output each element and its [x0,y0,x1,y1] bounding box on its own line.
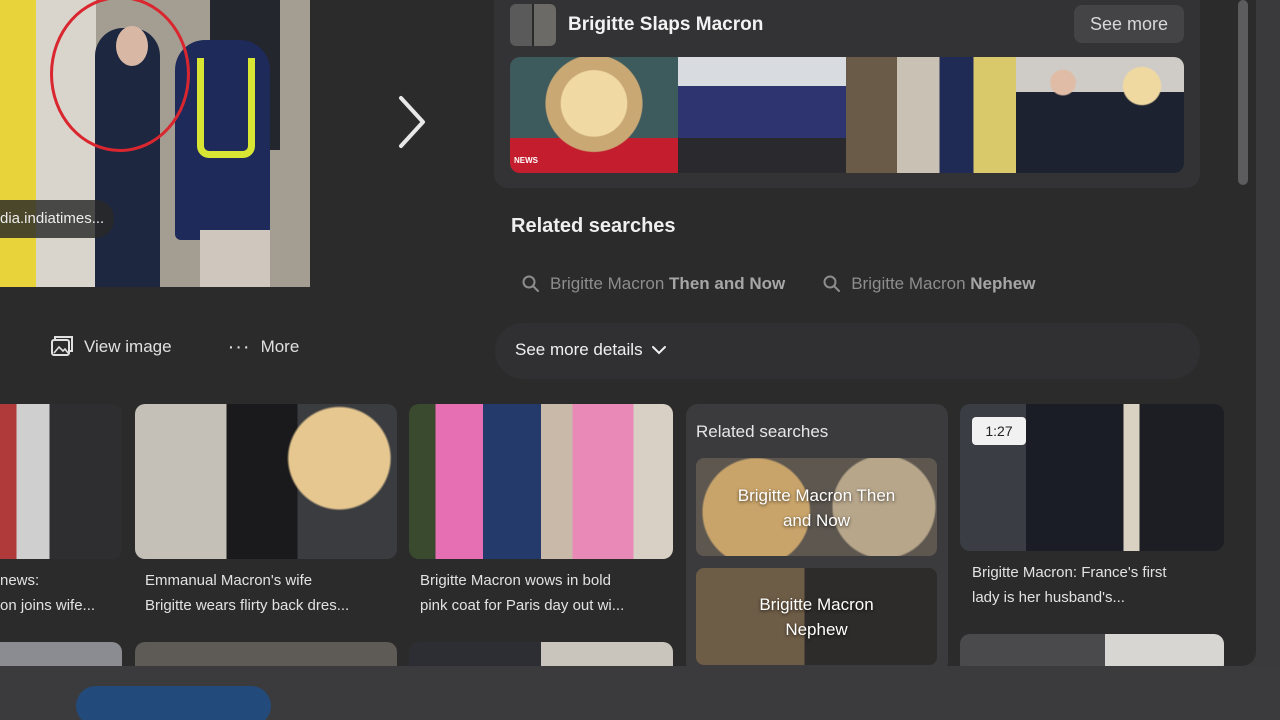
result-tile-3[interactable] [409,404,673,559]
see-more-button[interactable]: See more [1074,5,1184,43]
related-item-then-and-now[interactable]: Brigitte Macron Then and Now [696,458,937,556]
related-item-2-line2: Nephew [785,620,848,639]
source-label[interactable]: dia.indiatimes... [0,200,115,238]
related-chip-then-and-now[interactable]: Brigitte Macron Then and Now [510,266,797,302]
more-button[interactable]: ··· More [228,337,300,357]
more-dots-icon: ··· [227,336,251,358]
result-tile-row2-2[interactable] [135,642,397,666]
chip1-bold: Then and Now [669,274,786,293]
related-searches-title: Related searches [511,215,676,237]
tile-2-caption-line1[interactable]: Emmanual Macron's wife [145,568,395,593]
tile-1-caption-line2[interactable]: on joins wife... [0,593,130,618]
collection-title[interactable]: Brigitte Slaps Macron [568,14,763,36]
result-tile-1[interactable] [0,404,122,559]
tile-5-caption-line2[interactable]: lady is her husband's... [972,585,1222,610]
news-tag: NEWS [514,156,538,165]
result-tile-2[interactable] [135,404,397,559]
chip2-bold: Nephew [970,274,1036,293]
related-item-nephew[interactable]: Brigitte Macron Nephew [696,568,937,665]
highlight-circle [50,0,190,152]
tile-5-caption-line1[interactable]: Brigitte Macron: France's first [972,560,1222,585]
tile-3-caption-line2[interactable]: pink coat for Paris day out wi... [420,593,670,618]
result-tile-row2-1[interactable] [0,642,122,666]
search-icon [823,275,841,292]
related-item-1-line1: Brigitte Macron Then [737,486,896,505]
tile-1-caption-line1[interactable]: news: [0,568,130,593]
chevron-right-icon[interactable] [396,95,426,149]
main-image[interactable]: dia.indiatimes... [0,0,310,287]
collection-avatar [510,4,556,46]
view-image-label: View image [84,337,172,356]
partial-button[interactable] [76,686,271,720]
result-tile-row2-3[interactable] [409,642,673,666]
related-item-2-line1: Brigitte Macron [759,595,874,614]
more-label: More [260,337,300,356]
tile-2-caption-line2[interactable]: Brigitte wears flirty back dres... [145,593,395,618]
image-icon [51,336,73,356]
related-chip-nephew[interactable]: Brigitte Macron Nephew [811,266,1047,302]
video-duration-badge: 1:27 [972,417,1026,445]
search-icon [522,275,539,292]
strip-image-4[interactable] [1016,57,1184,173]
tile-3-caption-line1[interactable]: Brigitte Macron wows in bold [420,568,670,593]
collection-image-strip[interactable]: NEWS [510,57,1184,173]
view-image-button[interactable]: View image [50,336,172,358]
strip-image-3[interactable] [846,57,1016,173]
results-panel: dia.indiatimes... View image ··· More Br… [0,0,1256,666]
related-searches-card-title: Related searches [696,422,829,441]
strip-image-2[interactable] [678,57,846,173]
see-more-details-button[interactable]: See more details [515,340,667,360]
chip1-prefix: Brigitte Macron [550,274,670,293]
chevron-down-icon [651,346,666,355]
related-item-1-line2: and Now [782,511,851,530]
chip2-prefix: Brigitte Macron [851,274,971,293]
strip-image-1[interactable]: NEWS [510,57,678,173]
scrollbar-thumb[interactable] [1238,0,1248,185]
result-tile-row2-4[interactable] [960,634,1224,666]
see-more-details-label: See more details [515,340,643,359]
